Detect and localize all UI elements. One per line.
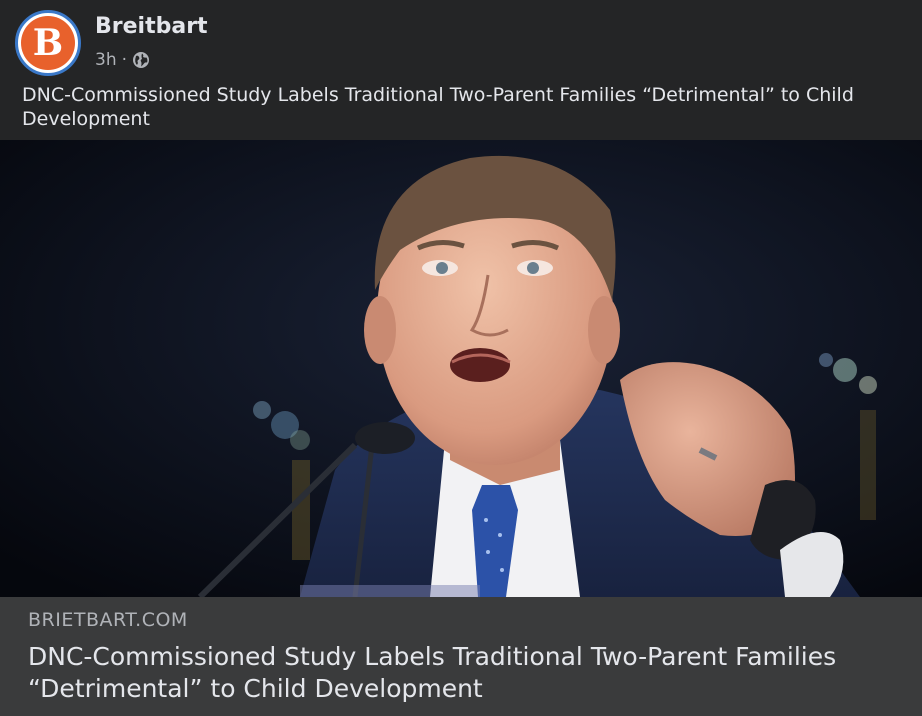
post-time[interactable]: 3h: [95, 50, 117, 70]
post-meta: 3h ·: [95, 50, 150, 70]
meta-separator: ·: [121, 50, 127, 70]
article-photo[interactable]: [0, 140, 922, 597]
post-header: B Breitbart 3h ·: [0, 0, 922, 78]
page-name[interactable]: Breitbart: [95, 14, 208, 39]
link-domain: BRIETBART.COM: [28, 609, 188, 631]
speaker-photo-illustration: [0, 140, 922, 597]
link-preview[interactable]: BRIETBART.COM DNC-Commissioned Study Lab…: [0, 597, 922, 716]
facebook-post: B Breitbart 3h · DNC-Commissioned Study …: [0, 0, 922, 716]
breitbart-logo: B: [21, 16, 75, 70]
post-caption: DNC-Commissioned Study Labels Traditiona…: [22, 84, 854, 130]
avatar[interactable]: B: [15, 10, 81, 76]
link-title[interactable]: DNC-Commissioned Study Labels Traditiona…: [28, 641, 898, 705]
globe-icon[interactable]: [132, 51, 150, 69]
